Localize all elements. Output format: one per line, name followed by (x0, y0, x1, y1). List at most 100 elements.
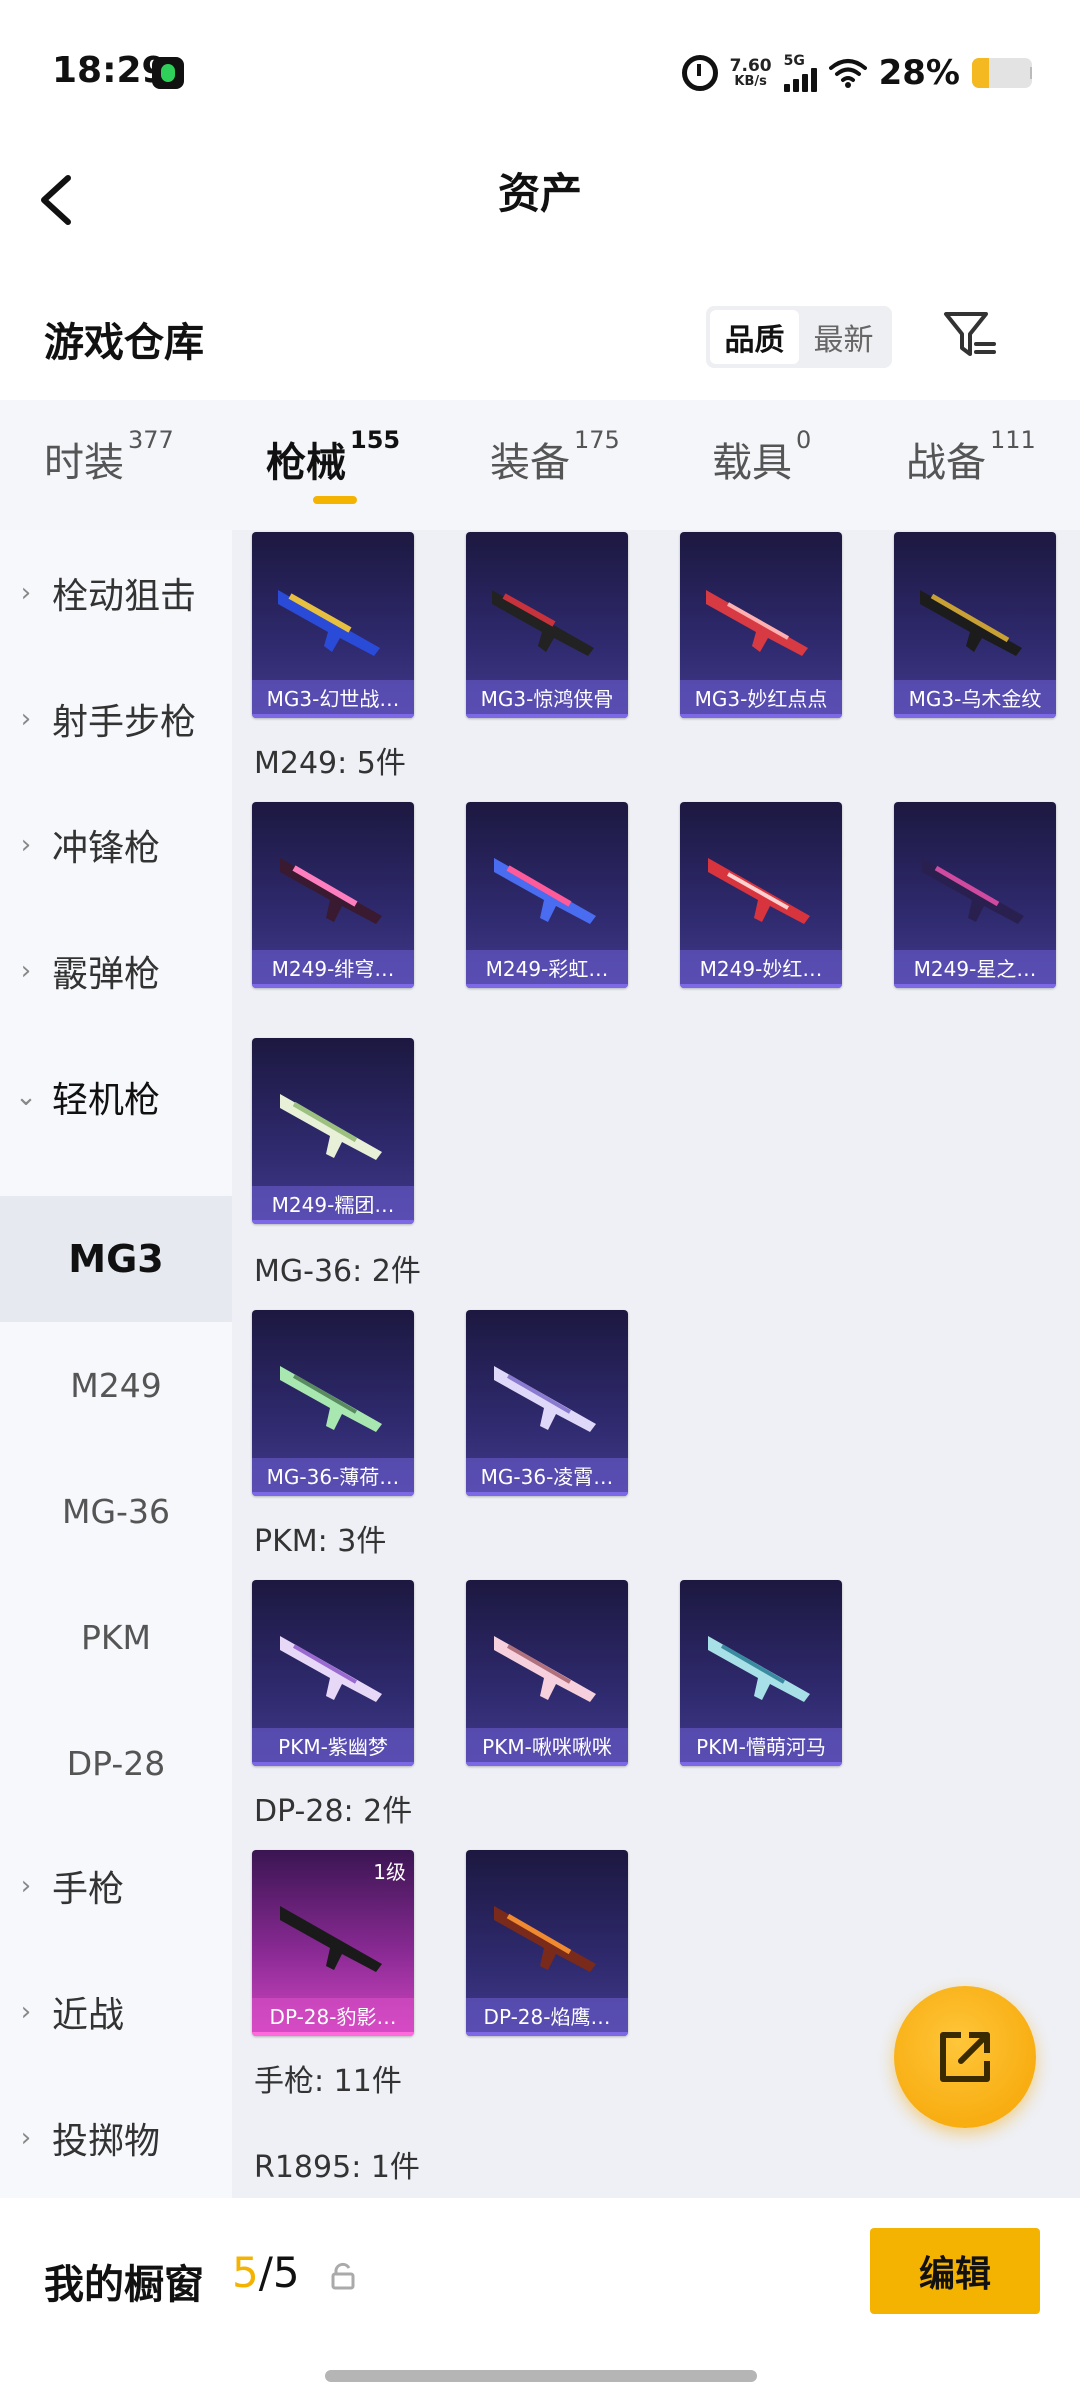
tab-equipment[interactable]: 装备 175 (490, 426, 620, 488)
wifi-icon (828, 58, 867, 88)
chevron-right-icon: › (20, 2123, 32, 2153)
sidebar-item-mg36[interactable]: MG-36 (0, 1448, 232, 1574)
app-notification-icon (152, 57, 184, 89)
alarm-icon (681, 55, 718, 91)
skin-card[interactable]: M249-糯团… (252, 1038, 414, 1224)
status-time: 18:29 (52, 50, 167, 91)
skin-name: PKM-啾咪啾咪 (466, 1728, 628, 1766)
lmg-icon (278, 590, 380, 656)
lmg-icon (494, 858, 596, 924)
skin-name: M249-糯团… (252, 1186, 414, 1224)
group-label-dp28: DP-28: 2件 (254, 1794, 413, 1829)
skin-card[interactable]: MG-36-薄荷… (252, 1310, 414, 1496)
skin-card[interactable]: MG3-幻世战… (252, 532, 414, 718)
status-indicators: 7.60 KB/s 5G 28% (681, 48, 1032, 98)
skin-name: M249-星之… (894, 950, 1056, 988)
chevron-down-icon: ⌄ (15, 1082, 37, 1112)
lmg-icon (494, 1636, 596, 1702)
skin-card[interactable]: M249-彩虹… (466, 802, 628, 988)
tab-vehicles[interactable]: 载具 0 (712, 426, 811, 488)
sidebar-item-shotgun[interactable]: › 霰弹枪 (0, 908, 232, 1034)
tab-combat-prep[interactable]: 战备 111 (906, 426, 1036, 488)
sidebar-item-mg3[interactable]: MG3 (0, 1196, 232, 1322)
sidebar-item-pkm[interactable]: PKM (0, 1574, 232, 1700)
sidebar-item-m249[interactable]: M249 (0, 1322, 232, 1448)
tab-count: 0 (796, 426, 812, 454)
sidebar-item-label: 投掷物 (52, 2121, 161, 2162)
sidebar-item-pistol[interactable]: › 手枪 (0, 1823, 232, 1949)
skin-card[interactable]: MG3-妙红点点 (680, 532, 842, 718)
sidebar-item-bolt-sniper[interactable]: › 栓动狙击 (0, 530, 232, 656)
sort-option-quality[interactable]: 品质 (710, 310, 799, 364)
share-button[interactable] (894, 1986, 1036, 2128)
status-bar: 18:29 7.60 KB/s 5G 28% (0, 0, 1080, 140)
tab-count: 377 (128, 426, 174, 454)
group-label-pkm: PKM: 3件 (254, 1524, 387, 1559)
skin-card[interactable]: PKM-紫幽梦 (252, 1580, 414, 1766)
sort-option-newest[interactable]: 最新 (799, 310, 888, 364)
skin-name: MG-36-凌霄… (466, 1458, 628, 1496)
sidebar-item-label: 霰弹枪 (52, 954, 161, 995)
skin-card[interactable]: MG3-乌木金纹 (894, 532, 1056, 718)
app-header: 资产 (0, 140, 1080, 300)
network-speed-unit: KB/s (734, 74, 767, 89)
group-label-mg36: MG-36: 2件 (254, 1254, 421, 1289)
weapon-skin-grid: MG3-幻世战… MG3-惊鸿侠骨 MG3-妙红点点 MG3-乌木金纹 M249… (232, 530, 1080, 2198)
skin-name: PKM-紫幽梦 (252, 1728, 414, 1766)
tab-guns[interactable]: 枪械 155 (266, 426, 400, 488)
skin-card[interactable]: PKM-懵萌河马 (680, 1580, 842, 1766)
sidebar-item-label: 冲锋枪 (52, 828, 161, 869)
skin-card[interactable]: 1级 DP-28-豹影… (252, 1850, 414, 2036)
filter-button[interactable] (940, 306, 1000, 366)
filter-icon (944, 312, 996, 356)
skin-card[interactable]: M249-绯穹… (252, 802, 414, 988)
sidebar-item-melee[interactable]: › 近战 (0, 1949, 232, 2075)
chevron-right-icon: › (20, 578, 32, 608)
group-label-m249: M249: 5件 (254, 746, 406, 781)
showcase-count: 5/5 (232, 2248, 300, 2297)
battery-percent: 28% (878, 53, 960, 93)
lmg-icon (280, 1094, 382, 1160)
skin-card[interactable]: MG3-惊鸿侠骨 (466, 532, 628, 718)
sidebar-item-marksman-rifle[interactable]: › 射手步枪 (0, 656, 232, 782)
sidebar-item-dp28[interactable]: DP-28 (0, 1700, 232, 1826)
lmg-icon (920, 590, 1022, 656)
skin-name: MG3-乌木金纹 (894, 680, 1056, 718)
chevron-right-icon: › (20, 956, 32, 986)
page-title: 资产 (497, 169, 582, 218)
lmg-icon (492, 590, 594, 656)
skin-card[interactable]: M249-妙红… (680, 802, 842, 988)
sidebar-item-label: 手枪 (52, 1869, 125, 1910)
skin-name: M249-彩虹… (466, 950, 628, 988)
sidebar-item-label: 栓动狙击 (52, 576, 197, 617)
skin-card[interactable]: M249-星之… (894, 802, 1056, 988)
lmg-icon (280, 1906, 382, 1972)
network-type: 5G (783, 53, 805, 69)
skin-card[interactable]: PKM-啾咪啾咪 (466, 1580, 628, 1766)
skin-card[interactable]: DP-28-焰鹰… (466, 1850, 628, 2036)
tab-fashion[interactable]: 时装 377 (44, 426, 174, 488)
skin-name: DP-28-豹影… (252, 1998, 414, 2036)
sidebar-item-smg[interactable]: › 冲锋枪 (0, 782, 232, 908)
skin-name: M249-绯穹… (252, 950, 414, 988)
tab-active-indicator (313, 496, 357, 504)
sidebar-item-label: 近战 (52, 1995, 125, 2036)
tab-label: 载具 (712, 440, 792, 486)
chevron-right-icon: › (20, 1997, 32, 2027)
home-indicator[interactable] (325, 2370, 757, 2382)
tab-label: 时装 (44, 440, 124, 486)
edit-button[interactable]: 编辑 (870, 2228, 1040, 2314)
skin-name: MG3-幻世战… (252, 680, 414, 718)
skin-name: DP-28-焰鹰… (466, 1998, 628, 2036)
sidebar-item-label: 轻机枪 (52, 1080, 161, 1121)
tab-label: 枪械 (266, 440, 346, 486)
sidebar-item-throwable[interactable]: › 投掷物 (0, 2075, 232, 2201)
lmg-icon (280, 1366, 382, 1432)
cellular-signal-icon: 5G (783, 53, 817, 92)
sidebar-item-lmg[interactable]: ⌄ 轻机枪 (0, 1034, 232, 1160)
skin-card[interactable]: MG-36-凌霄… (466, 1310, 628, 1496)
lmg-icon (280, 858, 382, 924)
sort-toggle: 品质 最新 (706, 306, 892, 368)
tab-label: 战备 (906, 440, 986, 486)
bottom-bar: 我的橱窗 5/5 编辑 (0, 2198, 1080, 2400)
